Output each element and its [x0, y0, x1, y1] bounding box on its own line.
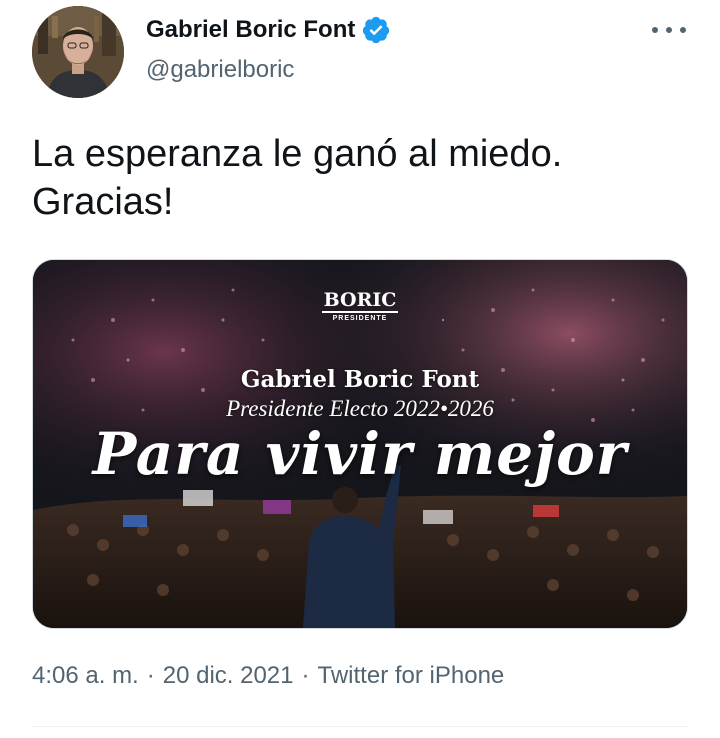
avatar-image: [32, 6, 124, 98]
display-name-row: Gabriel Boric Font: [146, 12, 391, 48]
tweet: Gabriel Boric Font @gabrielboric La espe…: [0, 0, 720, 738]
logo-main-text: BORIC: [322, 289, 398, 313]
tweet-date[interactable]: 20 dic. 2021: [163, 662, 294, 689]
tweet-time[interactable]: 4:06 a. m.: [32, 662, 139, 689]
display-name[interactable]: Gabriel Boric Font: [146, 16, 355, 44]
boric-logo: BORIC PRESIDENTE: [322, 290, 398, 322]
avatar[interactable]: [32, 6, 124, 98]
dot: [666, 27, 672, 33]
divider: [32, 726, 688, 727]
logo-sub-text: PRESIDENTE: [332, 315, 388, 322]
dot: [652, 27, 658, 33]
user-handle[interactable]: @gabrielboric: [146, 56, 391, 84]
poster-subtitle: Presidente Electo 2022•2026: [226, 396, 494, 421]
tweet-meta: 4:06 a. m. · 20 dic. 2021 · Twitter for iPho…: [32, 662, 504, 690]
poster-slogan: Para vivir mejor: [92, 420, 628, 488]
tweet-header: Gabriel Boric Font @gabrielboric: [32, 6, 688, 98]
meta-separator: ·: [301, 662, 310, 689]
verified-badge-icon: [361, 15, 391, 45]
more-options-icon[interactable]: [652, 18, 686, 42]
dot: [680, 27, 686, 33]
meta-separator: ·: [146, 662, 155, 689]
poster-name: Gabriel Boric Font: [240, 366, 480, 393]
user-names: Gabriel Boric Font @gabrielboric: [146, 12, 391, 84]
tweet-media-image[interactable]: BORIC PRESIDENTE Gabriel Boric Font Pres…: [32, 259, 688, 629]
tweet-text: La esperanza le ganó al miedo. Gracias!: [32, 133, 563, 223]
tweet-source[interactable]: Twitter for iPhone: [318, 662, 505, 689]
